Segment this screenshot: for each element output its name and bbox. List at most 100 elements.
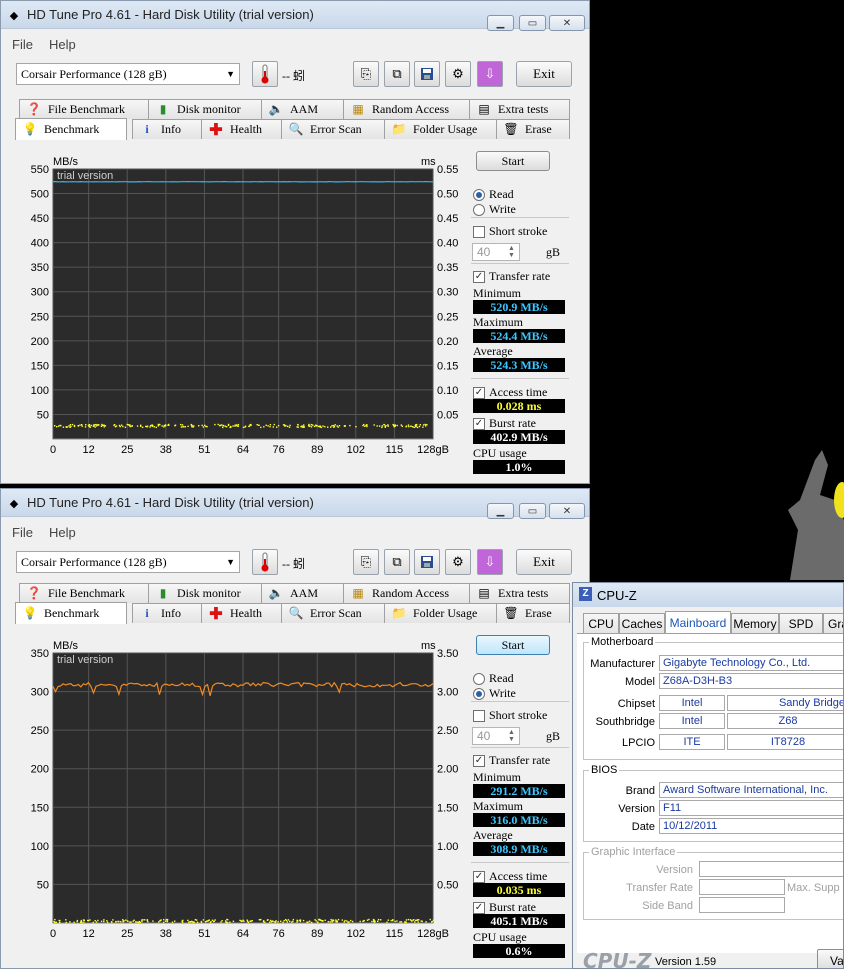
copy-all-icon[interactable]: ⧉ — [384, 549, 410, 575]
tab-extra-tests[interactable]: ▤ Extra tests — [469, 99, 570, 119]
tab-disk-monitor[interactable]: ▮ Disk monitor — [148, 583, 262, 603]
access-time-point — [258, 424, 260, 426]
spinner-arrows-icon[interactable]: ▲ ▼ — [508, 245, 518, 259]
save-icon[interactable] — [414, 549, 440, 575]
tab-caches[interactable]: Caches — [619, 613, 665, 633]
tab-erase[interactable]: 🗑 Erase — [496, 119, 570, 139]
access-time-point — [152, 424, 154, 427]
access-time-point — [200, 921, 203, 923]
tab-info[interactable]: i Info — [132, 119, 202, 139]
exit-button[interactable]: Exit — [516, 549, 572, 575]
access-time-point — [387, 919, 389, 921]
access-time-point — [136, 425, 139, 427]
download-icon[interactable]: ⇩ — [477, 61, 503, 87]
tab-health[interactable]: ✚ Health — [201, 119, 282, 139]
burst-rate-checkbox[interactable]: ✓ Burst rate — [473, 900, 536, 915]
menu-file[interactable]: File — [12, 525, 33, 540]
title-bar: Z CPU-Z — [573, 583, 843, 607]
tab-aam[interactable]: 🔈 AAM — [261, 99, 344, 119]
close-button[interactable]: ✕ — [549, 503, 585, 519]
tab-graphics[interactable]: Gra — [823, 613, 843, 633]
copy-all-icon[interactable]: ⧉ — [384, 61, 410, 87]
start-button[interactable]: Start — [476, 635, 550, 655]
short-stroke-checkbox[interactable]: Short stroke — [473, 224, 547, 239]
checkbox-label: Short stroke — [489, 224, 548, 238]
tab-benchmark[interactable]: 💡 Benchmark — [15, 602, 127, 624]
access-time-point — [103, 424, 105, 426]
exit-button[interactable]: Exit — [516, 61, 572, 87]
transfer-rate-checkbox[interactable]: ✓ Transfer rate — [473, 753, 550, 768]
options-icon[interactable]: ⚙ — [445, 549, 471, 575]
access-time-point — [378, 425, 381, 427]
tab-erase[interactable]: 🗑 Erase — [496, 603, 570, 623]
drive-select[interactable]: Corsair Performance (128 gB) ▼ — [16, 551, 240, 573]
tab-info[interactable]: i Info — [132, 603, 202, 623]
copy-icon[interactable]: ⎘ — [353, 549, 379, 575]
tab-extra-tests[interactable]: ▤ Extra tests — [469, 583, 570, 603]
spinner-arrows-icon[interactable]: ▲ ▼ — [508, 729, 518, 743]
read-radio[interactable]: Read — [473, 671, 514, 686]
access-time-point — [55, 921, 57, 923]
menu-help[interactable]: Help — [49, 37, 76, 52]
tab-error-scan[interactable]: 🔍 Error Scan — [281, 119, 385, 139]
tab-random-access[interactable]: ▦ Random Access — [343, 99, 470, 119]
access-time-point — [103, 426, 105, 428]
read-radio[interactable]: Read — [473, 187, 514, 202]
write-radio[interactable]: Write — [473, 686, 516, 701]
save-icon[interactable] — [414, 61, 440, 87]
tab-file-benchmark[interactable]: ❓ File Benchmark — [19, 99, 149, 119]
access-time-point — [166, 920, 169, 922]
options-icon[interactable]: ⚙ — [445, 61, 471, 87]
tab-memory[interactable]: Memory — [731, 613, 779, 633]
access-time-point — [251, 920, 253, 922]
x-tick-label: 76 — [273, 444, 285, 456]
minimize-button[interactable]: ▁ — [487, 503, 514, 519]
maximize-button[interactable]: ▭ — [519, 15, 546, 31]
motherboard-group-title: Motherboard — [589, 636, 656, 648]
access-time-value: 0.035 ms — [473, 883, 565, 897]
window-title: HD Tune Pro 4.61 - Hard Disk Utility (tr… — [27, 495, 314, 510]
tab-spd[interactable]: SPD — [779, 613, 823, 633]
tab-folder-usage[interactable]: 📁 Folder Usage — [384, 603, 497, 623]
x-tick-label: 64 — [237, 444, 249, 456]
tab-folder-usage[interactable]: 📁 Folder Usage — [384, 119, 497, 139]
access-time-point — [297, 426, 299, 428]
access-time-point — [277, 424, 280, 427]
maximize-button[interactable]: ▭ — [519, 503, 546, 519]
tab-mainboard[interactable]: Mainboard — [665, 611, 731, 633]
tab-aam[interactable]: 🔈 AAM — [261, 583, 344, 603]
short-stroke-input[interactable]: 40 ▲ ▼ — [472, 727, 520, 745]
tab-benchmark[interactable]: 💡 Benchmark — [15, 118, 127, 140]
title-bar: ◆ HD Tune Pro 4.61 - Hard Disk Utility (… — [1, 1, 589, 31]
short-stroke-checkbox[interactable]: Short stroke — [473, 708, 547, 723]
minimize-button[interactable]: ▁ — [487, 15, 514, 31]
access-time-checkbox[interactable]: ✓ Access time — [473, 869, 547, 884]
download-icon[interactable]: ⇩ — [477, 549, 503, 575]
access-time-checkbox[interactable]: ✓ Access time — [473, 385, 547, 400]
burst-rate-checkbox[interactable]: ✓ Burst rate — [473, 416, 536, 431]
y2-tick-label: 2.00 — [437, 764, 458, 776]
thermometer-icon[interactable] — [252, 549, 278, 575]
access-time-point — [327, 426, 329, 428]
tab-error-scan[interactable]: 🔍 Error Scan — [281, 603, 385, 623]
write-radio[interactable]: Write — [473, 202, 516, 217]
menu-help[interactable]: Help — [49, 525, 76, 540]
checkbox-box: ✓ — [473, 870, 485, 883]
access-time-point — [56, 426, 58, 428]
close-button[interactable]: ✕ — [549, 15, 585, 31]
tab-file-benchmark[interactable]: ❓ File Benchmark — [19, 583, 149, 603]
access-time-point — [425, 921, 427, 923]
tab-random-access[interactable]: ▦ Random Access — [343, 583, 470, 603]
access-time-point — [330, 426, 332, 428]
tab-cpu[interactable]: CPU — [583, 613, 619, 633]
start-button[interactable]: Start — [476, 151, 550, 171]
drive-select[interactable]: Corsair Performance (128 gB) ▼ — [16, 63, 240, 85]
tab-disk-monitor[interactable]: ▮ Disk monitor — [148, 99, 262, 119]
menu-file[interactable]: File — [12, 37, 33, 52]
validate-button[interactable]: Va — [817, 949, 843, 968]
thermometer-icon[interactable] — [252, 61, 278, 87]
tab-health[interactable]: ✚ Health — [201, 603, 282, 623]
transfer-rate-checkbox[interactable]: ✓ Transfer rate — [473, 269, 550, 284]
short-stroke-input[interactable]: 40 ▲ ▼ — [472, 243, 520, 261]
copy-icon[interactable]: ⎘ — [353, 61, 379, 87]
